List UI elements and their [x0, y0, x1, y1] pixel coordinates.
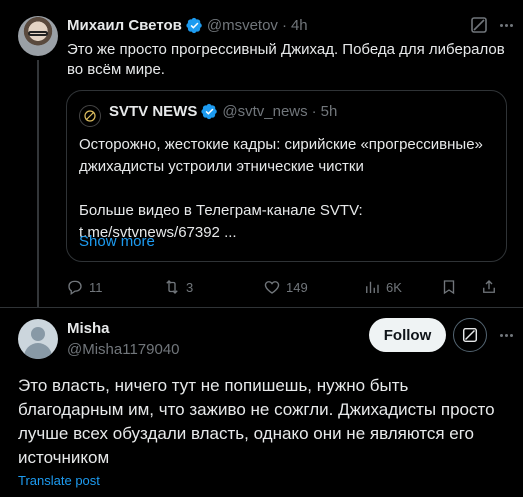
separator-dot: ·: [311, 103, 317, 120]
reply-avatar[interactable]: [18, 319, 58, 359]
reply-text: Это власть, ничего тут не попишешь, нужн…: [18, 376, 495, 467]
tweet-header: Михаил Светов @msvetov · 4h: [67, 14, 308, 36]
tweet-time[interactable]: 4h: [291, 17, 308, 34]
bookmark-button[interactable]: [440, 277, 458, 297]
verified-badge-icon: [201, 103, 218, 120]
main-tweet[interactable]: Михаил Светов @msvetov · 4h Это же прост…: [0, 0, 523, 307]
reply-author-handle[interactable]: @Misha1179040: [67, 341, 180, 358]
divider: [0, 307, 523, 308]
grok-button[interactable]: [453, 318, 487, 352]
quote-text: Осторожно, жестокие кадры: сирийские «пр…: [79, 134, 499, 244]
action-bar: 11 3 149 6K: [66, 277, 506, 297]
views-button[interactable]: 6K: [363, 277, 402, 297]
quoted-tweet[interactable]: SVTV NEWS @svtv_news · 5h Осторожно, жес…: [66, 90, 507, 262]
separator-dot: ·: [281, 16, 287, 34]
share-icon: [483, 280, 495, 293]
quote-header: SVTV NEWS @svtv_news · 5h: [109, 103, 337, 120]
tweet-text: Это же просто прогрессивный Джихад. Побе…: [67, 41, 505, 78]
repost-icon: [166, 280, 178, 294]
repost-count: 3: [186, 279, 194, 295]
author-handle[interactable]: @msvetov: [207, 17, 278, 34]
author-avatar[interactable]: [18, 16, 58, 56]
views-icon: [366, 281, 379, 293]
bookmark-icon: [443, 280, 455, 295]
verified-badge-icon: [186, 17, 203, 34]
author-name[interactable]: Михаил Светов: [67, 17, 182, 34]
reply-author-name[interactable]: Misha: [67, 320, 110, 337]
more-options-icon[interactable]: [497, 16, 515, 34]
more-options-icon[interactable]: [497, 326, 515, 344]
quote-line-1: Осторожно, жестокие кадры: сирийские «пр…: [79, 136, 483, 175]
show-more-link[interactable]: Show more: [79, 233, 155, 250]
reply-icon: [68, 280, 82, 296]
like-button[interactable]: 149: [263, 277, 308, 297]
quote-author-name[interactable]: SVTV NEWS: [109, 103, 197, 120]
heart-icon: [264, 281, 280, 294]
views-count: 6K: [386, 279, 402, 295]
grok-icon[interactable]: [469, 15, 489, 35]
reply-count: 11: [89, 279, 103, 295]
quote-author-handle: @svtv_news: [222, 103, 308, 120]
like-count: 149: [286, 279, 308, 295]
quote-time: 5h: [320, 103, 338, 120]
reply-button[interactable]: 11: [66, 277, 103, 297]
quote-avatar[interactable]: [79, 105, 101, 127]
share-button[interactable]: [480, 277, 498, 297]
repost-button[interactable]: 3: [163, 277, 193, 297]
follow-button[interactable]: Follow: [369, 318, 446, 352]
thread-line: [37, 60, 39, 307]
grok-icon: [462, 327, 478, 343]
translate-post-link[interactable]: Translate post: [18, 473, 100, 488]
